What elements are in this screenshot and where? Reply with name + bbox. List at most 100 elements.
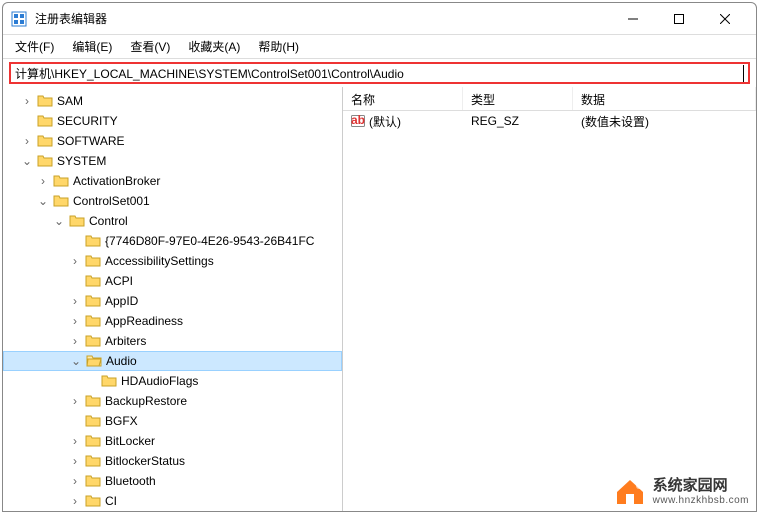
chevron-right-icon[interactable]: › — [67, 333, 83, 349]
maximize-button[interactable] — [656, 3, 702, 35]
list-header: 名称 类型 数据 — [343, 87, 756, 111]
tree-item-system[interactable]: ⌄ SYSTEM — [3, 151, 342, 171]
address-bar[interactable]: 计算机\HKEY_LOCAL_MACHINE\SYSTEM\ControlSet… — [9, 62, 750, 84]
menu-favorites[interactable]: 收藏夹(A) — [180, 35, 248, 58]
tree-label: ActivationBroker — [73, 174, 160, 188]
tree-item-security[interactable]: SECURITY — [3, 111, 342, 131]
tree-label: SYSTEM — [57, 154, 106, 168]
titlebar: 注册表编辑器 — [3, 3, 756, 35]
chevron-right-icon[interactable]: › — [19, 133, 35, 149]
tree-item-guid[interactable]: {7746D80F-97E0-4E26-9543-26B41FC — [3, 231, 342, 251]
tree-item-bitlockerstatus[interactable]: › BitlockerStatus — [3, 451, 342, 471]
value-name: (默认) — [369, 113, 401, 130]
chevron-right-icon[interactable]: › — [67, 453, 83, 469]
tree-item-appreadiness[interactable]: › AppReadiness — [3, 311, 342, 331]
tree-label: BGFX — [105, 414, 138, 428]
string-value-icon: ab — [351, 114, 365, 128]
chevron-right-icon[interactable]: › — [67, 313, 83, 329]
tree-label: CI — [105, 494, 117, 508]
tree-item-arbiters[interactable]: › Arbiters — [3, 331, 342, 351]
tree-item-control[interactable]: ⌄ Control — [3, 211, 342, 231]
tree-label: SAM — [57, 94, 83, 108]
window-title: 注册表编辑器 — [35, 10, 610, 27]
tree-label: BitLocker — [105, 434, 155, 448]
chevron-down-icon[interactable]: ⌄ — [35, 193, 51, 209]
folder-icon — [85, 313, 101, 329]
tree-item-sam[interactable]: › SAM — [3, 91, 342, 111]
tree-item-bgfx[interactable]: BGFX — [3, 411, 342, 431]
list-cell-name: ab (默认) — [343, 111, 463, 132]
watermark: 系统家园网 www.hnzkhbsb.com — [613, 478, 749, 506]
chevron-right-icon[interactable]: › — [67, 433, 83, 449]
chevron-right-icon[interactable]: › — [35, 173, 51, 189]
folder-icon — [53, 193, 69, 209]
folder-icon — [101, 373, 117, 389]
chevron-right-icon[interactable]: › — [67, 293, 83, 309]
chevron-right-icon[interactable]: › — [67, 253, 83, 269]
tree-item-controlset001[interactable]: ⌄ ControlSet001 — [3, 191, 342, 211]
tree-label: BackupRestore — [105, 394, 187, 408]
minimize-button[interactable] — [610, 3, 656, 35]
list-cell-type: REG_SZ — [463, 112, 573, 130]
folder-icon — [85, 293, 101, 309]
tree-label: Bluetooth — [105, 474, 156, 488]
tree-label: AppReadiness — [105, 314, 183, 328]
tree-item-audio[interactable]: ⌄ Audio — [3, 351, 342, 371]
folder-icon — [85, 393, 101, 409]
chevron-right-icon[interactable]: › — [19, 93, 35, 109]
menu-help[interactable]: 帮助(H) — [250, 35, 307, 58]
tree-pane[interactable]: › SAM SECURITY › SOFTWARE ⌄ SYSTEM › — [3, 87, 343, 511]
watermark-url: www.hnzkhbsb.com — [653, 495, 749, 506]
chevron-right-icon[interactable]: › — [67, 493, 83, 509]
tree-label: {7746D80F-97E0-4E26-9543-26B41FC — [105, 234, 314, 248]
tree-item-software[interactable]: › SOFTWARE — [3, 131, 342, 151]
folder-icon — [85, 433, 101, 449]
folder-icon — [53, 173, 69, 189]
folder-icon — [85, 253, 101, 269]
close-button[interactable] — [702, 3, 748, 35]
column-header-type[interactable]: 类型 — [463, 87, 573, 110]
tree-item-activationbroker[interactable]: › ActivationBroker — [3, 171, 342, 191]
list-pane: 名称 类型 数据 ab (默认) REG_SZ (数值未设置) — [343, 87, 756, 511]
folder-icon — [37, 113, 53, 129]
watermark-title: 系统家园网 — [653, 478, 749, 495]
folder-icon — [85, 453, 101, 469]
tree-item-appid[interactable]: › AppID — [3, 291, 342, 311]
list-cell-data: (数值未设置) — [573, 111, 756, 132]
column-header-name[interactable]: 名称 — [343, 87, 463, 110]
folder-icon — [69, 213, 85, 229]
chevron-right-icon[interactable]: › — [67, 393, 83, 409]
tree-item-bitlocker[interactable]: › BitLocker — [3, 431, 342, 451]
tree-label: AppID — [105, 294, 138, 308]
chevron-down-icon[interactable]: ⌄ — [68, 353, 84, 369]
tree-label: ACPI — [105, 274, 133, 288]
tree-item-bluetooth[interactable]: › Bluetooth — [3, 471, 342, 491]
folder-icon — [85, 493, 101, 509]
address-path: 计算机\HKEY_LOCAL_MACHINE\SYSTEM\ControlSet… — [15, 65, 744, 82]
list-row[interactable]: ab (默认) REG_SZ (数值未设置) — [343, 111, 756, 131]
tree-item-backuprestore[interactable]: › BackupRestore — [3, 391, 342, 411]
tree-label: HDAudioFlags — [121, 374, 198, 388]
menu-edit[interactable]: 编辑(E) — [64, 35, 120, 58]
chevron-down-icon[interactable]: ⌄ — [51, 213, 67, 229]
column-header-data[interactable]: 数据 — [573, 87, 756, 110]
tree-label: BitlockerStatus — [105, 454, 185, 468]
tree-label: Audio — [106, 354, 137, 368]
tree-item-ci[interactable]: › CI — [3, 491, 342, 511]
tree-item-accessibilitysettings[interactable]: › AccessibilitySettings — [3, 251, 342, 271]
menu-view[interactable]: 查看(V) — [122, 35, 178, 58]
chevron-down-icon[interactable]: ⌄ — [19, 153, 35, 169]
tree-item-hdaudioflags[interactable]: HDAudioFlags — [3, 371, 342, 391]
svg-text:ab: ab — [351, 114, 365, 127]
folder-icon — [37, 93, 53, 109]
tree-label: Control — [89, 214, 128, 228]
folder-icon — [85, 233, 101, 249]
menu-file[interactable]: 文件(F) — [7, 35, 62, 58]
folder-icon — [85, 413, 101, 429]
folder-icon — [85, 273, 101, 289]
house-icon — [613, 478, 647, 506]
tree-label: Arbiters — [105, 334, 146, 348]
chevron-right-icon[interactable]: › — [67, 473, 83, 489]
tree-item-acpi[interactable]: ACPI — [3, 271, 342, 291]
app-icon — [11, 11, 27, 27]
